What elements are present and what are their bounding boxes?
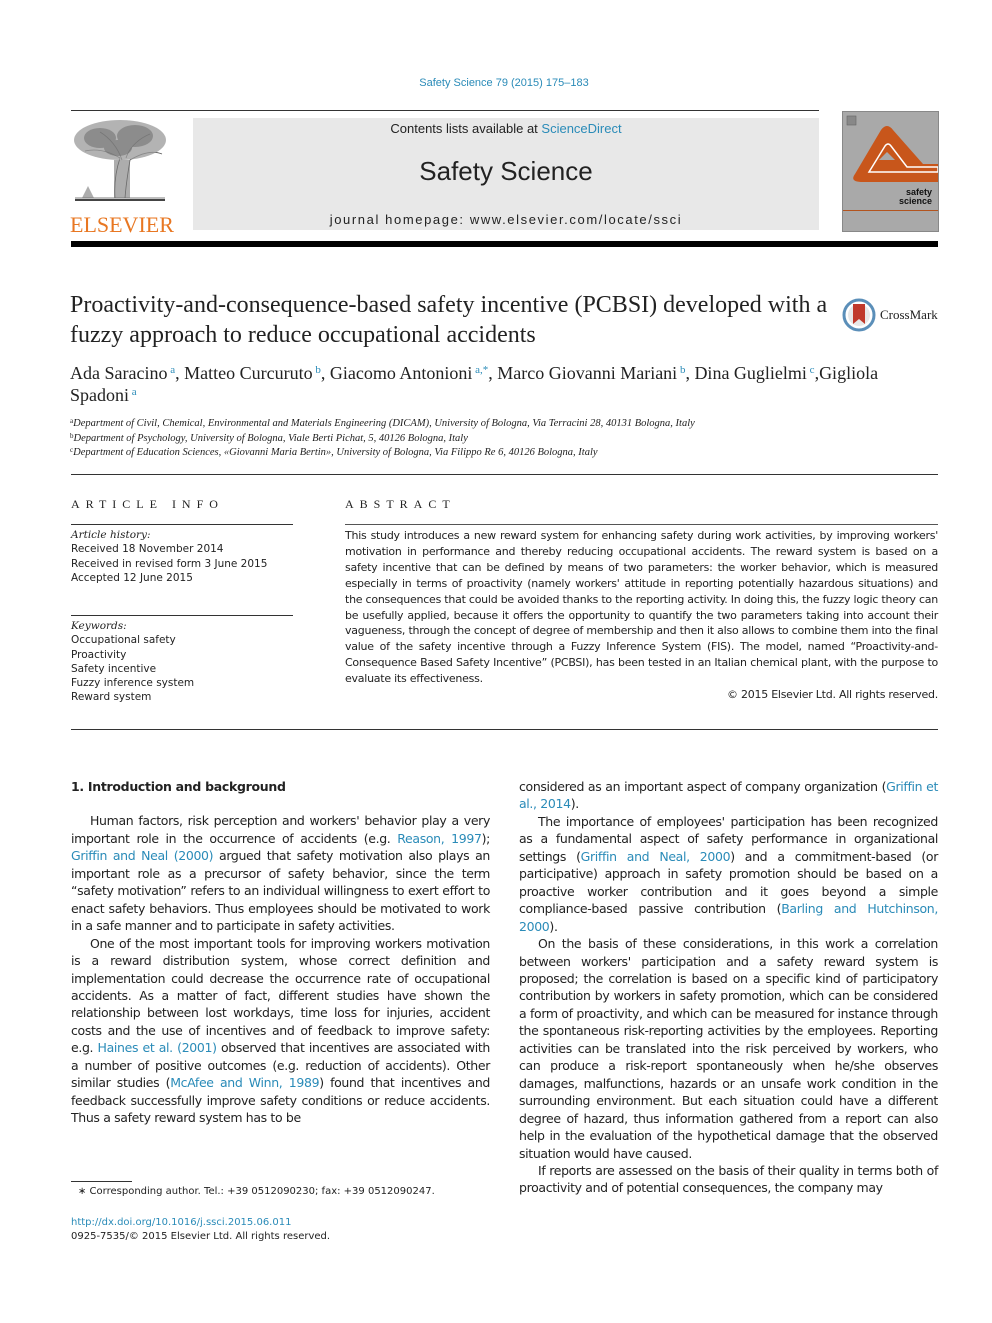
- citation-link[interactable]: Griffin and Neal (2000): [71, 848, 214, 863]
- body-paragraph: One of the most important tools for impr…: [71, 935, 490, 1127]
- keyword-item: Safety incentive: [71, 662, 157, 675]
- affiliation-item: cDepartment of Education Sciences, «Giov…: [70, 446, 598, 459]
- history-item: Accepted 12 June 2015: [71, 571, 193, 584]
- body-text: ).: [570, 796, 580, 812]
- journal-header-box: Contents lists available at ScienceDirec…: [193, 118, 819, 230]
- author-name[interactable]: Marco Giovanni Mariani: [497, 363, 677, 383]
- keyword-item: Reward system: [71, 691, 152, 704]
- author-separator: ,: [488, 363, 498, 383]
- abstract-body: This study introduces a new reward syste…: [345, 528, 938, 703]
- citation-link[interactable]: McAfee and Winn, 1989: [170, 1075, 319, 1090]
- body-column-left: 1. Introduction and background Human fac…: [71, 778, 490, 1127]
- abstract-divider: [345, 524, 938, 525]
- journal-homepage-link[interactable]: journal homepage: www.elsevier.com/locat…: [193, 212, 819, 227]
- history-label: Article history:: [71, 529, 151, 541]
- body-column-right: considered as an important aspect of com…: [519, 778, 938, 1197]
- author-name[interactable]: Matteo Curcuruto: [184, 363, 312, 383]
- contents-line: Contents lists available at ScienceDirec…: [193, 121, 819, 136]
- citation-link[interactable]: Griffin and Neal, 2000: [581, 849, 731, 864]
- body-paragraph: If reports are assessed on the basis of …: [519, 1162, 938, 1197]
- article-info-heading: ARTICLE INFO: [71, 497, 224, 511]
- header-divider: [71, 110, 819, 111]
- author-affiliation-marker[interactable]: a,*: [472, 364, 488, 376]
- keyword-item: Fuzzy inference system: [71, 677, 195, 690]
- author-separator: ,: [175, 363, 185, 383]
- citation-link[interactable]: Reason, 1997: [397, 831, 482, 846]
- keywords-divider: [71, 615, 293, 616]
- crossmark-label: CrossMark: [880, 307, 938, 322]
- body-text: One of the most important tools for impr…: [71, 935, 490, 1056]
- contents-prefix: Contents lists available at: [390, 121, 542, 136]
- article-title: Proactivity-and-consequence-based safety…: [70, 292, 828, 348]
- keywords-label: Keywords:: [71, 620, 127, 632]
- elsevier-wordmark: ELSEVIER: [70, 212, 174, 237]
- journal-citation-link[interactable]: Safety Science 79 (2015) 175–183: [0, 77, 992, 89]
- body-text: );: [481, 830, 491, 846]
- affiliation-list: aDepartment of Civil, Chemical, Environm…: [70, 417, 940, 461]
- body-paragraph: Human factors, risk perception and worke…: [71, 812, 490, 934]
- abstract-paragraph: This study introduces a new reward syste…: [345, 529, 938, 686]
- affiliation-divider: [71, 474, 938, 475]
- cover-title: safety science: [898, 187, 932, 206]
- affiliation-item: bDepartment of Psychology, University of…: [70, 431, 468, 444]
- affiliation-item: aDepartment of Civil, Chemical, Environm…: [70, 417, 695, 430]
- crossmark-button[interactable]: CrossMark: [842, 297, 942, 333]
- abstract-heading: ABSTRACT: [345, 497, 456, 511]
- elsevier-tree-icon: [74, 120, 166, 201]
- body-text: If reports are assessed on the basis of …: [519, 1162, 938, 1196]
- author-affiliation-marker[interactable]: b: [313, 364, 321, 376]
- cover-rule: [843, 210, 938, 211]
- article-info-divider: [71, 524, 293, 525]
- author-affiliation-marker[interactable]: a: [167, 364, 175, 376]
- journal-title: Safety Science: [419, 156, 593, 186]
- author-name[interactable]: Giacomo Antonioni: [330, 363, 473, 383]
- abstract-copyright: © 2015 Elsevier Ltd. All rights reserved…: [726, 688, 938, 702]
- author-name[interactable]: Ada Saracino: [70, 363, 167, 383]
- doi-link[interactable]: http://dx.doi.org/10.1016/j.ssci.2015.06…: [71, 1217, 291, 1228]
- footnote-divider: [71, 1181, 132, 1182]
- body-paragraph: On the basis of these considerations, in…: [519, 935, 938, 1162]
- cover-triangle-icon: [846, 115, 938, 182]
- sciencedirect-link[interactable]: ScienceDirect: [541, 121, 621, 136]
- body-paragraph: The importance of employees' participati…: [519, 813, 938, 935]
- body-text: considered as an important aspect of com…: [519, 779, 887, 794]
- body-paragraph: considered as an important aspect of com…: [519, 778, 938, 813]
- history-item: Received 18 November 2014: [71, 543, 224, 556]
- author-list: Ada Saracino a, Matteo Curcuruto b, Giac…: [70, 362, 940, 406]
- author-separator: ,: [320, 363, 330, 383]
- body-text: On the basis of these considerations, in…: [519, 936, 938, 1161]
- keyword-item: Proactivity: [71, 648, 127, 661]
- article-history: Article history: Received 18 November 20…: [71, 528, 301, 585]
- author-name[interactable]: Dina Guglielmi: [694, 363, 806, 383]
- keyword-item: Occupational safety: [71, 634, 176, 647]
- elsevier-logo[interactable]: ELSEVIER: [70, 118, 174, 237]
- issn-copyright: 0925-7535/© 2015 Elsevier Ltd. All right…: [71, 1231, 331, 1242]
- body-text: ).: [549, 918, 558, 934]
- abstract-bottom-divider: [71, 729, 938, 730]
- citation-link[interactable]: Haines et al. (2001): [98, 1040, 217, 1055]
- author-affiliation-marker[interactable]: a: [129, 386, 137, 398]
- history-item: Received in revised form 3 June 2015: [71, 557, 268, 570]
- corresponding-author-footnote: ∗ Corresponding author. Tel.: +39 051209…: [78, 1186, 435, 1197]
- crossmark-icon: [842, 298, 876, 332]
- author-affiliation-marker[interactable]: c: [807, 364, 815, 376]
- keywords: Keywords: Occupational safety Proactivit…: [71, 619, 301, 705]
- journal-cover-image[interactable]: safety science: [842, 111, 939, 232]
- section-heading: 1. Introduction and background: [71, 779, 286, 794]
- header-thick-divider: [71, 241, 938, 247]
